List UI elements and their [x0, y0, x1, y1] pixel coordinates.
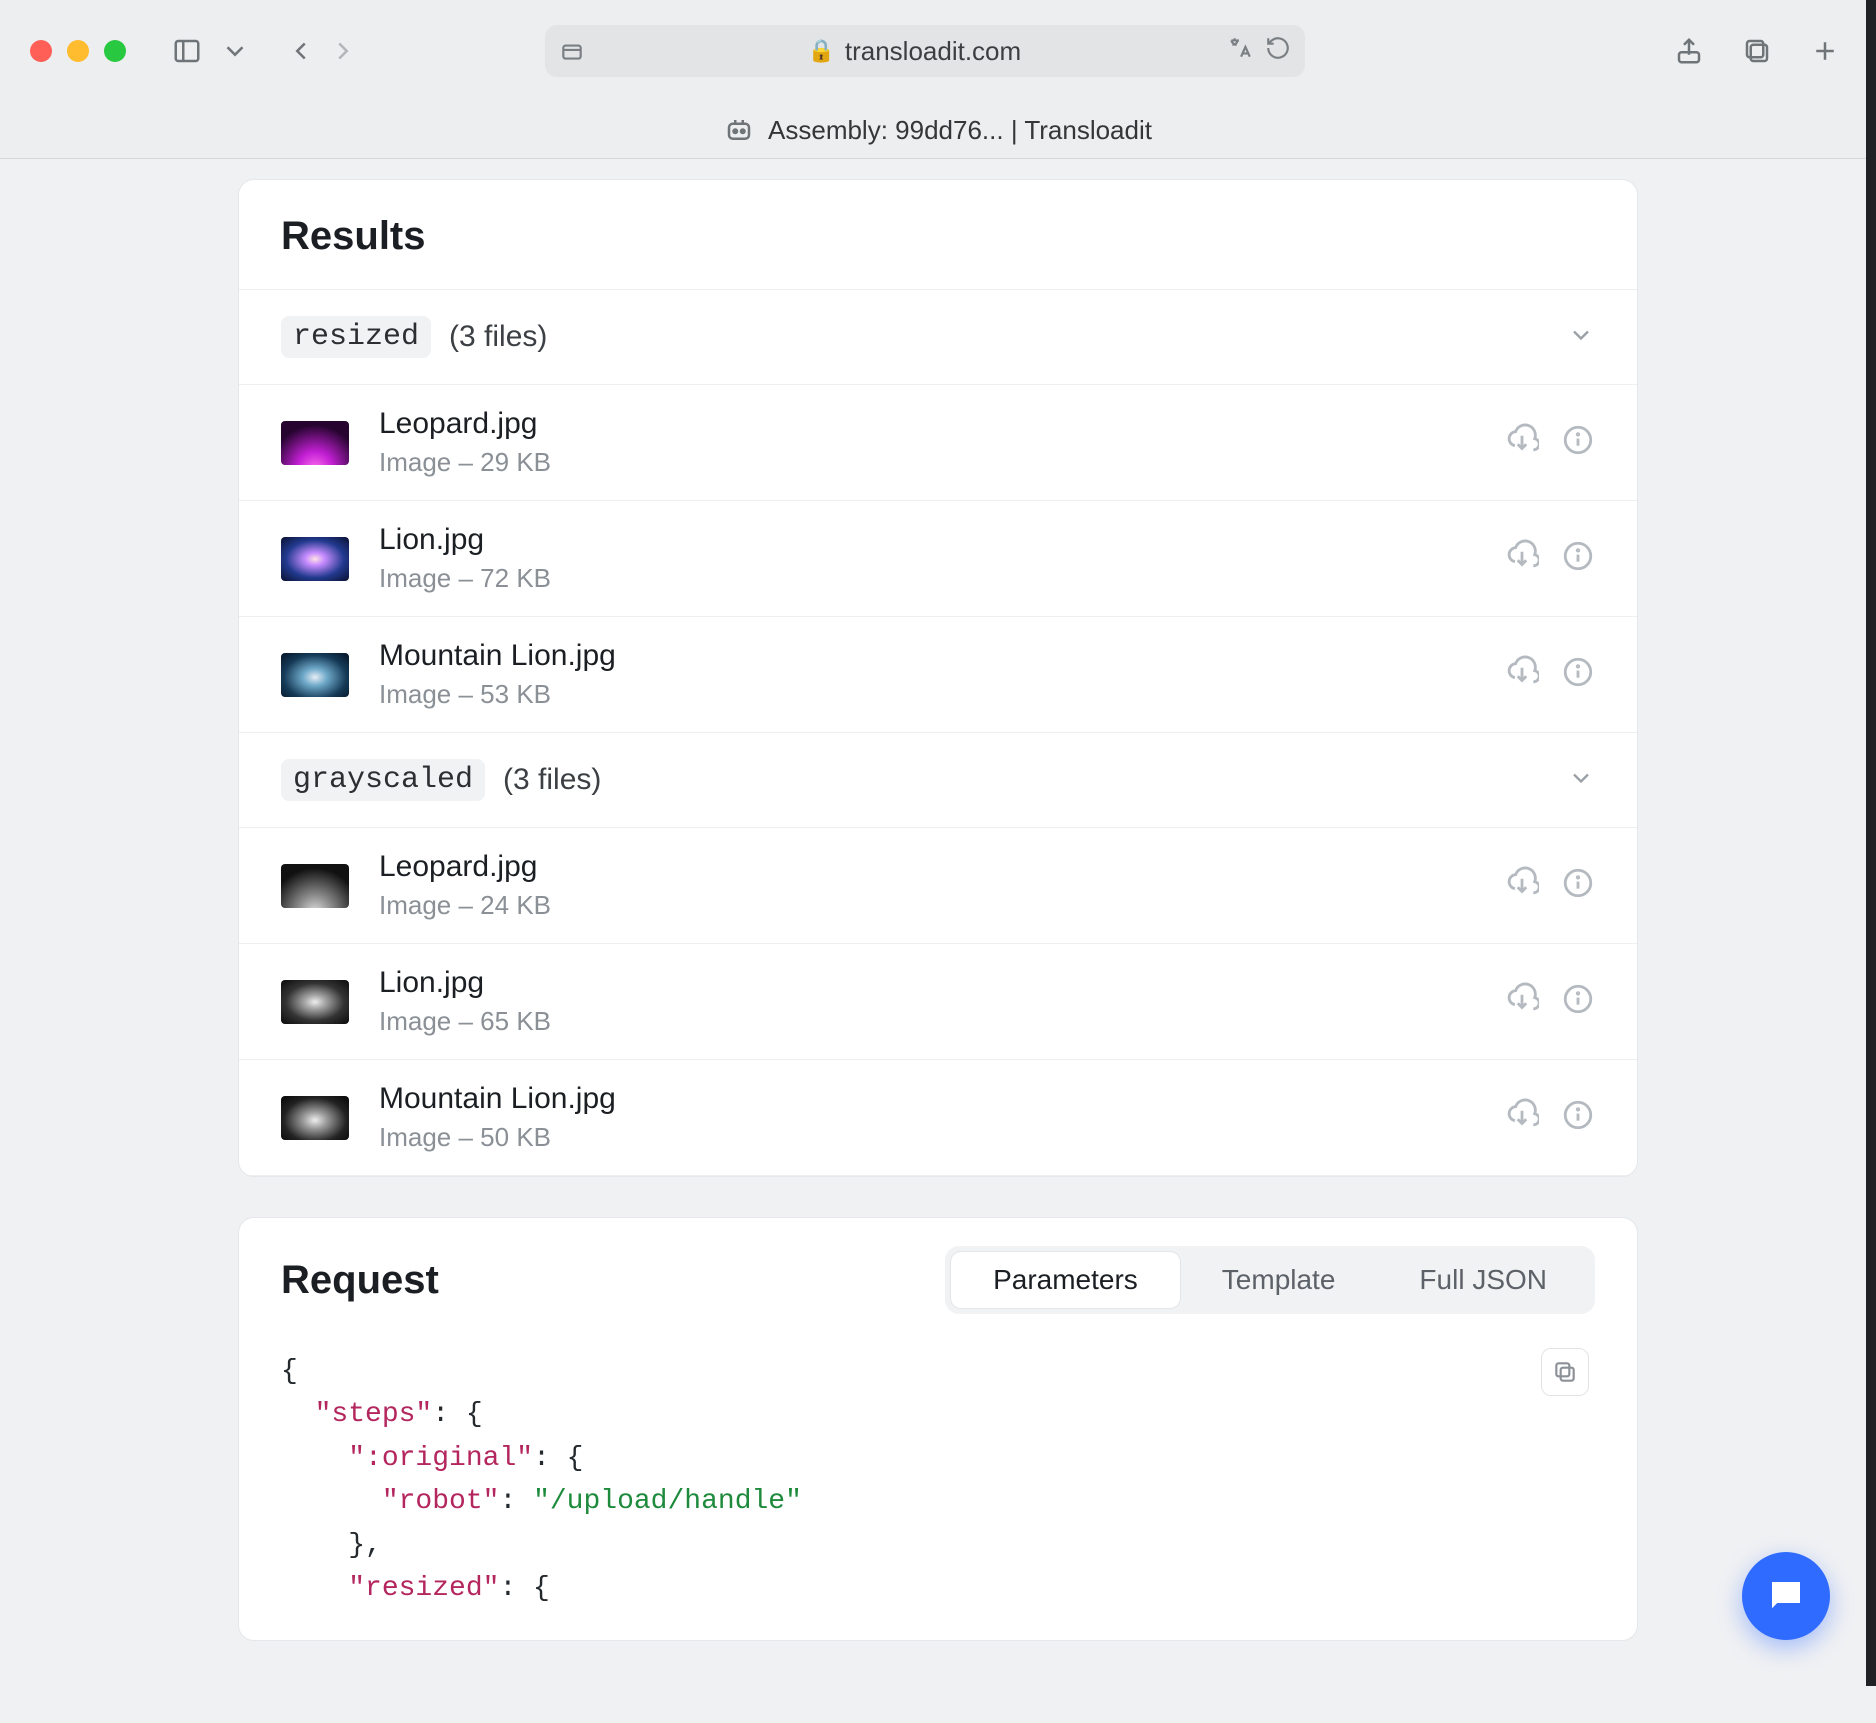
- group-tag: resized: [281, 316, 431, 358]
- file-row: Lion.jpg Image – 72 KB: [239, 500, 1637, 616]
- info-icon[interactable]: [1561, 423, 1595, 462]
- window-controls: [30, 40, 126, 62]
- chevron-down-icon: [1567, 764, 1595, 797]
- chevron-down-icon: [1567, 321, 1595, 354]
- file-meta: Image – 53 KB: [379, 679, 616, 710]
- request-card: Request Parameters Template Full JSON { …: [238, 1217, 1638, 1641]
- file-name: Leopard.jpg: [379, 850, 551, 884]
- new-tab-button[interactable]: [1804, 30, 1846, 72]
- translate-icon[interactable]: [1227, 35, 1253, 68]
- request-code-block: { "steps": { ":original": { "robot": "/u…: [239, 1340, 1637, 1640]
- page-content: Results resized (3 files) Leopard.jpg Image…: [0, 159, 1876, 1721]
- info-icon[interactable]: [1561, 655, 1595, 694]
- request-header: Request Parameters Template Full JSON: [239, 1218, 1637, 1340]
- file-thumbnail[interactable]: [281, 1096, 349, 1140]
- site-settings-icon[interactable]: [559, 38, 585, 64]
- request-title: Request: [281, 1258, 439, 1303]
- code-text: { "steps": { ":original": { "robot": "/u…: [281, 1350, 1595, 1610]
- download-icon[interactable]: [1505, 866, 1539, 905]
- tab-group-dropdown[interactable]: [214, 30, 256, 72]
- download-icon[interactable]: [1505, 982, 1539, 1021]
- file-meta: Image – 65 KB: [379, 1006, 551, 1037]
- download-icon[interactable]: [1505, 539, 1539, 578]
- sidebar-toggle-button[interactable]: [166, 30, 208, 72]
- nav-back-button[interactable]: [280, 30, 322, 72]
- file-meta: Image – 50 KB: [379, 1122, 616, 1153]
- file-row: Leopard.jpg Image – 29 KB: [239, 384, 1637, 500]
- browser-chrome: 🔒 transloadit.com: [0, 0, 1876, 159]
- info-icon[interactable]: [1561, 866, 1595, 905]
- file-name: Mountain Lion.jpg: [379, 1082, 616, 1116]
- address-bar[interactable]: 🔒 transloadit.com: [545, 25, 1305, 77]
- group-count: (3 files): [503, 763, 601, 797]
- file-row: Mountain Lion.jpg Image – 53 KB: [239, 616, 1637, 732]
- file-name: Leopard.jpg: [379, 407, 551, 441]
- download-icon[interactable]: [1505, 423, 1539, 462]
- file-name: Lion.jpg: [379, 966, 551, 1000]
- share-button[interactable]: [1668, 30, 1710, 72]
- file-thumbnail[interactable]: [281, 537, 349, 581]
- file-row: Lion.jpg Image – 65 KB: [239, 943, 1637, 1059]
- file-meta: Image – 24 KB: [379, 890, 551, 921]
- group-tag: grayscaled: [281, 759, 485, 801]
- file-name: Lion.jpg: [379, 523, 551, 557]
- group-count: (3 files): [449, 320, 547, 354]
- favicon-icon: [724, 115, 754, 145]
- domain-text: transloadit.com: [845, 36, 1021, 67]
- result-group: grayscaled (3 files) Leopard.jpg Image – 24…: [239, 733, 1637, 1176]
- scrollbar-track[interactable]: [1866, 0, 1876, 1686]
- file-meta: Image – 72 KB: [379, 563, 551, 594]
- tab-template[interactable]: Template: [1180, 1252, 1378, 1308]
- file-name: Mountain Lion.jpg: [379, 639, 616, 673]
- result-group-header[interactable]: resized (3 files): [239, 290, 1637, 384]
- request-tabs: Parameters Template Full JSON: [945, 1246, 1595, 1314]
- tab-parameters[interactable]: Parameters: [951, 1252, 1180, 1308]
- file-row: Mountain Lion.jpg Image – 50 KB: [239, 1059, 1637, 1175]
- download-icon[interactable]: [1505, 655, 1539, 694]
- tab-title[interactable]: Assembly: 99dd76... | Transloadit: [768, 115, 1152, 146]
- window-close-button[interactable]: [30, 40, 52, 62]
- window-minimize-button[interactable]: [67, 40, 89, 62]
- file-thumbnail[interactable]: [281, 864, 349, 908]
- tab-bar: Assembly: 99dd76... | Transloadit: [0, 102, 1876, 158]
- tab-full-json[interactable]: Full JSON: [1377, 1252, 1589, 1308]
- tabs-overview-button[interactable]: [1736, 30, 1778, 72]
- file-thumbnail[interactable]: [281, 980, 349, 1024]
- chat-fab[interactable]: [1742, 1552, 1830, 1640]
- info-icon[interactable]: [1561, 982, 1595, 1021]
- results-title: Results: [281, 214, 426, 259]
- file-thumbnail[interactable]: [281, 653, 349, 697]
- results-header: Results: [239, 180, 1637, 290]
- result-group: resized (3 files) Leopard.jpg Image – 29 KB…: [239, 290, 1637, 733]
- nav-forward-button[interactable]: [322, 30, 364, 72]
- copy-code-button[interactable]: [1541, 1348, 1589, 1396]
- info-icon[interactable]: [1561, 539, 1595, 578]
- download-icon[interactable]: [1505, 1098, 1539, 1137]
- file-row: Leopard.jpg Image – 24 KB: [239, 827, 1637, 943]
- browser-toolbar: 🔒 transloadit.com: [0, 0, 1876, 102]
- info-icon[interactable]: [1561, 1098, 1595, 1137]
- address-bar-domain: 🔒 transloadit.com: [601, 36, 1227, 67]
- lock-icon: 🔒: [807, 38, 834, 64]
- file-meta: Image – 29 KB: [379, 447, 551, 478]
- result-group-header[interactable]: grayscaled (3 files): [239, 733, 1637, 827]
- results-card: Results resized (3 files) Leopard.jpg Image…: [238, 179, 1638, 1177]
- reload-icon[interactable]: [1265, 35, 1291, 68]
- window-zoom-button[interactable]: [104, 40, 126, 62]
- file-thumbnail[interactable]: [281, 421, 349, 465]
